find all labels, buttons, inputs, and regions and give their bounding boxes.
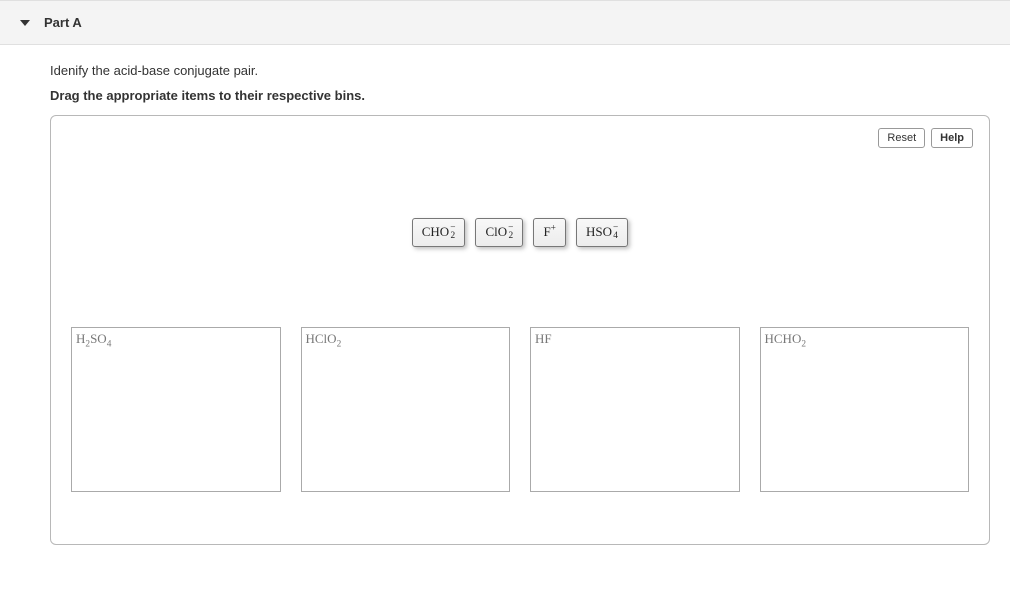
collapse-triangle-icon [20, 20, 30, 26]
bin-label: HClO2 [306, 331, 342, 347]
draggable-clo2[interactable]: ClO−2 [475, 218, 523, 247]
bin-h2so4[interactable]: H2SO4 [71, 327, 281, 492]
bin-hf[interactable]: HF [530, 327, 740, 492]
bin-label: H2SO4 [76, 331, 111, 347]
part-title: Part A [44, 15, 82, 30]
draggable-hso4[interactable]: HSO−4 [576, 218, 628, 247]
part-header[interactable]: Part A [0, 0, 1010, 45]
question-area: Idenify the acid-base conjugate pair. Dr… [0, 63, 1010, 545]
draggable-cho2[interactable]: CHO−2 [412, 218, 466, 247]
bin-label: HF [535, 331, 552, 347]
bin-label: HCHO2 [765, 331, 807, 347]
workspace-toolbar: Reset Help [67, 128, 973, 148]
draggable-fplus[interactable]: F+ [533, 218, 566, 247]
draggables-row: CHO−2 ClO−2 F+ HSO−4 [67, 218, 973, 247]
instruction-text: Drag the appropriate items to their resp… [50, 88, 990, 103]
prompt-text: Idenify the acid-base conjugate pair. [50, 63, 990, 78]
reset-button[interactable]: Reset [878, 128, 925, 148]
bins-row: H2SO4 HClO2 HF HCHO2 [67, 327, 973, 492]
bin-hclo2[interactable]: HClO2 [301, 327, 511, 492]
bin-hcho2[interactable]: HCHO2 [760, 327, 970, 492]
help-button[interactable]: Help [931, 128, 973, 148]
workspace: Reset Help CHO−2 ClO−2 F+ HSO−4 H2SO4 HC… [50, 115, 990, 545]
